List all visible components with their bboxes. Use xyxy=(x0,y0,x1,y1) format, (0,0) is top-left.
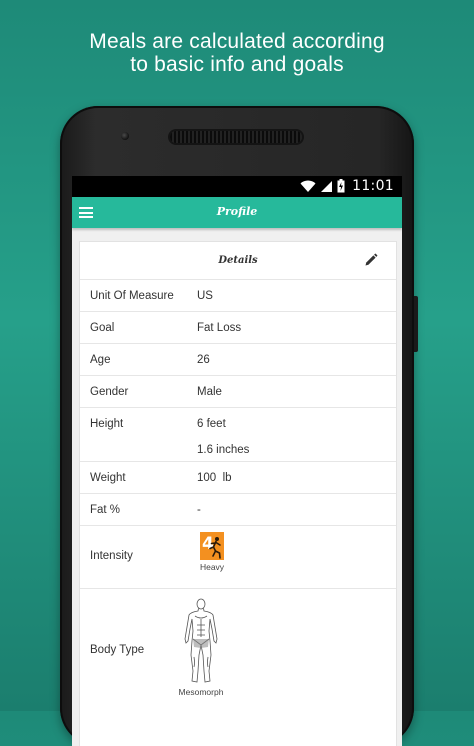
signal-icon xyxy=(321,180,333,192)
intensity-caption: Heavy xyxy=(199,562,225,572)
intensity-display: 4 Heavy xyxy=(187,532,237,572)
weight-label: Weight xyxy=(90,472,126,484)
height-value-inches: 1.6 inches xyxy=(197,444,250,456)
row-height: Height 6 feet 1.6 inches xyxy=(80,408,396,462)
gender-label: Gender xyxy=(90,386,129,398)
phone-speaker xyxy=(170,131,302,143)
fat-percent-label: Fat % xyxy=(90,504,121,516)
goal-label: Goal xyxy=(90,322,115,334)
row-age: Age 26 xyxy=(80,344,396,376)
wifi-icon xyxy=(300,180,316,192)
fat-percent-value: - xyxy=(197,504,201,516)
status-time: 11:01 xyxy=(352,178,394,194)
age-value: 26 xyxy=(197,354,210,366)
details-title: Details xyxy=(218,255,258,266)
intensity-runner-icon: 4 xyxy=(200,532,224,560)
height-label: Height xyxy=(90,418,124,430)
row-unit-of-measure: Unit Of Measure US xyxy=(80,280,396,312)
mesomorph-figure-icon xyxy=(184,598,218,683)
body-type-display: Mesomorph xyxy=(172,597,230,697)
status-bar: 11:01 xyxy=(72,176,402,197)
phone-screen: 11:01 Profile Details Unit Of Measure US xyxy=(72,176,402,746)
gender-value: Male xyxy=(197,386,222,398)
row-weight: Weight 100 lb xyxy=(80,462,396,494)
body-type-caption: Mesomorph xyxy=(178,687,224,697)
app-bar: Profile xyxy=(72,197,402,228)
headline-line-2: to basic info and goals xyxy=(130,53,344,76)
phone-side-button xyxy=(414,296,418,352)
age-label: Age xyxy=(90,354,111,366)
goal-value: Fat Loss xyxy=(197,322,242,334)
details-header: Details xyxy=(80,242,396,280)
headline: Meals are calculated according to basic … xyxy=(0,30,474,76)
pencil-icon[interactable] xyxy=(364,253,378,267)
unit-of-measure-value: US xyxy=(197,290,213,302)
phone-frame: 11:01 Profile Details Unit Of Measure US xyxy=(60,106,418,746)
row-body-type: Body Type Mesomorph xyxy=(80,589,396,713)
weight-value: 100 lb xyxy=(197,472,232,484)
unit-of-measure-label: Unit Of Measure xyxy=(90,290,174,302)
row-fat-percent: Fat % - xyxy=(80,494,396,526)
details-card: Details Unit Of Measure US Goal Fat Loss… xyxy=(79,241,397,746)
intensity-label: Intensity xyxy=(90,550,133,562)
height-value-feet: 6 feet xyxy=(197,418,226,430)
row-goal: Goal Fat Loss xyxy=(80,312,396,344)
row-gender: Gender Male xyxy=(80,376,396,408)
front-camera xyxy=(121,132,129,140)
page-title: Profile xyxy=(216,205,258,218)
row-intensity: Intensity 4 Heavy xyxy=(80,526,396,589)
battery-charging-icon xyxy=(337,179,345,193)
body-type-label: Body Type xyxy=(90,644,145,656)
headline-line-1: Meals are calculated according xyxy=(89,30,385,53)
